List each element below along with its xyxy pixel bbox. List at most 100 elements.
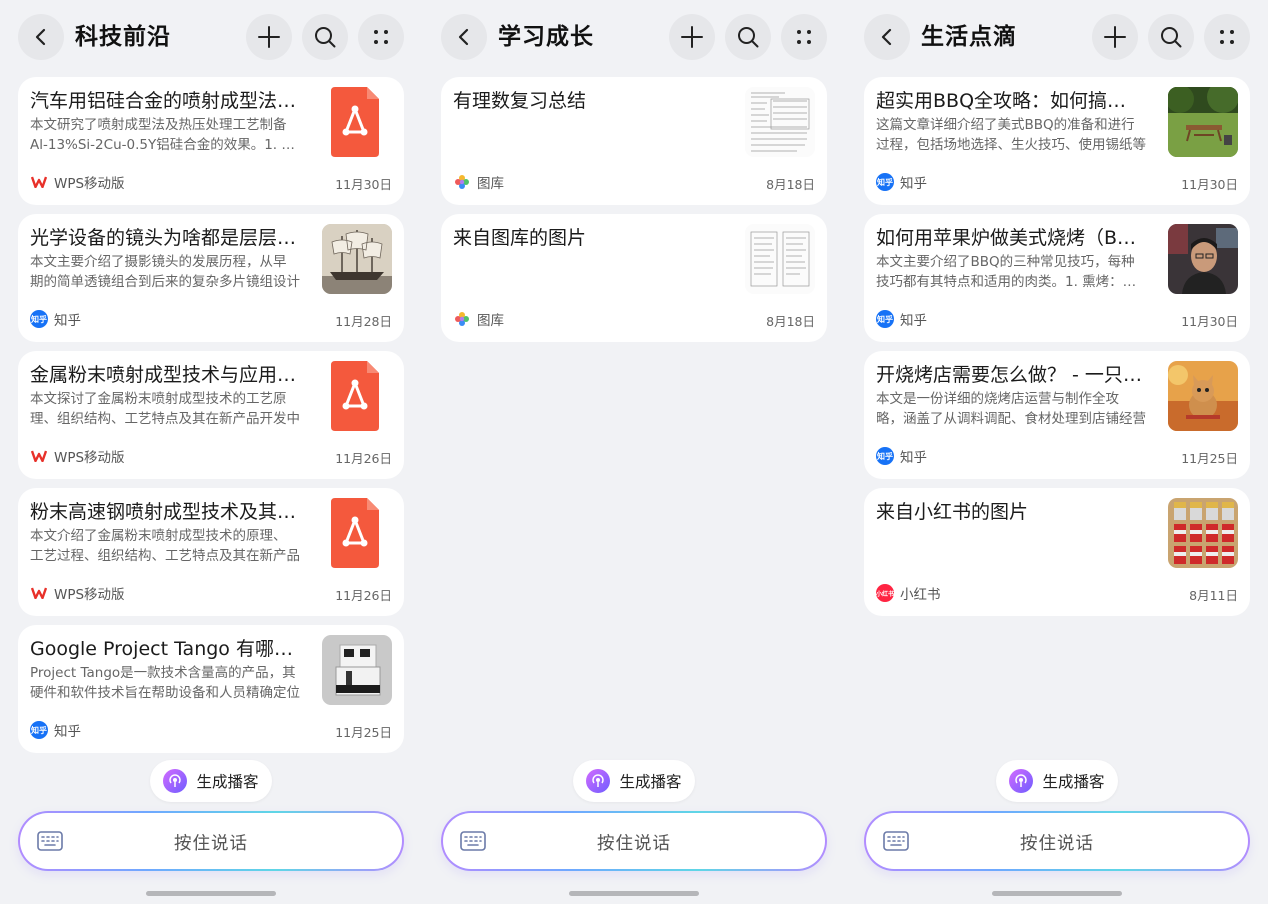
generate-podcast-button[interactable]: 生成播客 [573,760,695,802]
search-icon [1161,27,1182,48]
card-summary-line: 理、组织结构、工艺特点及其在新产品开发中 [30,411,300,427]
card-date: 8月18日 [766,314,815,329]
card-summary: 本文介绍了金属粉末喷射成型技术的原理、 工艺过程、组织结构、工艺特点及其在新产品 [30,526,300,566]
source-name: 知乎 [900,176,927,192]
article-card[interactable]: 粉末高速钢喷射成型技术及其应用研究 本文介绍了金属粉末喷射成型技术的原理、 工艺… [18,488,404,616]
zhihu-icon: 知乎 [876,310,894,328]
article-card[interactable]: 开烧烤店需要怎么做？ - 一只小猫的回答 本文是一份详细的烧烤店运营与制作全攻 … [864,351,1250,479]
more-button[interactable] [358,14,404,60]
podcast-label: 生成播客 [1042,773,1105,791]
podcast-label: 生成播客 [196,773,259,791]
source-name: WPS移动版 [54,450,125,466]
page-title: 科技前沿 [75,24,171,50]
card-date: 11月25日 [335,725,392,740]
source-label: 知乎 知乎 [876,173,927,192]
card-summary: 这篇文章详细介绍了美式BBQ的准备和进行 过程，包括场地选择、生火技巧、使用锡纸… [876,115,1146,155]
source-label: WPS移动版 [30,173,125,192]
zhihu-icon: 知乎 [876,447,894,465]
search-button[interactable] [725,14,771,60]
source-label: 小红书 小红书 [876,584,941,603]
add-button[interactable] [246,14,292,60]
search-button[interactable] [302,14,348,60]
home-indicator[interactable] [569,891,699,896]
zhihu-icon: 知乎 [30,721,48,739]
more-button[interactable] [781,14,827,60]
source-name: 知乎 [54,313,81,329]
lego-robot-image [322,635,392,705]
article-card[interactable]: 光学设备的镜头为啥都是层层叠叠的镜片组成的 本文主要介绍了摄影镜头的发展历程，从… [18,214,404,342]
card-title: Google Project Tango 有哪些黑科技 [30,638,298,660]
back-button[interactable] [441,14,487,60]
wps-icon [30,584,48,602]
search-button[interactable] [1148,14,1194,60]
hold-to-talk-button[interactable]: 按住说话 [864,811,1250,871]
source-label: 知乎 知乎 [30,310,81,329]
source-label: 图库 [453,310,504,329]
podcast-icon [1009,769,1034,793]
card-date: 11月30日 [1181,314,1238,329]
card-title: 金属粉末喷射成型技术与应用_百度文库 [30,364,298,386]
top-bar: 科技前沿 [18,14,404,60]
chevron-left-icon [881,28,892,46]
more-button[interactable] [1204,14,1250,60]
card-date: 11月26日 [335,451,392,466]
source-name: WPS移动版 [54,176,125,192]
source-name: WPS移动版 [54,587,125,603]
card-summary-line: 本文探讨了金属粉末喷射成型技术的工艺原 [30,391,287,407]
source-name: 图库 [477,313,504,329]
source-label: WPS移动版 [30,584,125,603]
card-summary: 本文研究了喷射成型法及热压处理工艺制备 Al-13%Si-2Cu-0.5Y铝硅合… [30,115,300,155]
xiaohongshu-icon: 小红书 [876,584,894,602]
card-summary: Project Tango是一款技术含量高的产品，其 硬件和软件技术旨在帮助设备… [30,663,300,703]
plus-icon [681,26,703,48]
add-button[interactable] [669,14,715,60]
card-title: 开烧烤店需要怎么做？ - 一只小猫的回答 [876,364,1144,386]
card-title: 来自图库的图片 [453,227,587,249]
home-indicator[interactable] [146,891,276,896]
source-label: 知乎 知乎 [876,447,927,466]
article-card[interactable]: 有理数复习总结 图库 8月18日 [441,77,827,205]
article-card[interactable]: 超实用BBQ全攻略：如何搞一场完美户外烧烤 这篇文章详细介绍了美式BBQ的准备和… [864,77,1250,205]
card-date: 8月18日 [766,177,815,192]
park-picnic-image [1168,87,1238,157]
card-title: 如何用苹果炉做美式烧烤（BBQ） [876,227,1144,249]
card-title: 来自小红书的图片 [876,501,1029,523]
podcast-label: 生成播客 [619,773,682,791]
article-card[interactable]: 来自图库的图片 图库 8月18日 [441,214,827,342]
person-portrait-image [1168,224,1238,294]
hold-to-talk-label: 按住说话 [597,834,671,854]
back-button[interactable] [18,14,64,60]
article-card[interactable]: 金属粉末喷射成型技术与应用_百度文库 本文探讨了金属粉末喷射成型技术的工艺原 理… [18,351,404,479]
search-icon [315,27,336,48]
article-card[interactable]: 来自小红书的图片 小红书 小红书 8月11日 [864,488,1250,616]
plus-icon [258,26,280,48]
back-button[interactable] [864,14,910,60]
pdf-file-icon [322,361,392,431]
hold-to-talk-button[interactable]: 按住说话 [18,811,404,871]
source-label: 知乎 知乎 [876,310,927,329]
card-title: 超实用BBQ全攻略：如何搞一场完美户外烧烤 [876,90,1144,112]
add-button[interactable] [1092,14,1138,60]
generate-podcast-button[interactable]: 生成播客 [150,760,272,802]
card-title: 有理数复习总结 [453,90,587,112]
document-scan-image [745,224,815,294]
card-title: 粉末高速钢喷射成型技术及其应用研究 [30,501,298,523]
pdf-file-icon [322,498,392,568]
source-label: 图库 [453,173,504,192]
article-card[interactable]: 如何用苹果炉做美式烧烤（BBQ） 本文主要介绍了BBQ的三种常见技巧，每种 技巧… [864,214,1250,342]
wps-icon [30,447,48,465]
source-name: 知乎 [900,313,927,329]
article-card[interactable]: 汽车用铝硅合金的喷射成型法及热压处理工艺制备 本文研究了喷射成型法及热压处理工艺… [18,77,404,205]
card-date: 11月25日 [1181,451,1238,466]
home-indicator[interactable] [992,891,1122,896]
generate-podcast-button[interactable]: 生成播客 [996,760,1118,802]
card-summary: 本文主要介绍了摄影镜头的发展历程，从早 期的简单透镜组合到后来的复杂多片镜组设计 [30,252,300,292]
card-summary-line: 过程，包括场地选择、生火技巧、使用锡纸等 [876,137,1146,153]
card-summary-line: 本文介绍了金属粉末喷射成型技术的原理、 [30,528,287,544]
hold-to-talk-button[interactable]: 按住说话 [441,811,827,871]
search-icon [738,27,759,48]
article-card[interactable]: Google Project Tango 有哪些黑科技 Project Tang… [18,625,404,753]
top-bar: 学习成长 [441,14,827,60]
grid-dots-icon [1220,30,1234,44]
card-summary-line: 工艺过程、组织结构、工艺特点及其在新产品 [30,548,300,564]
